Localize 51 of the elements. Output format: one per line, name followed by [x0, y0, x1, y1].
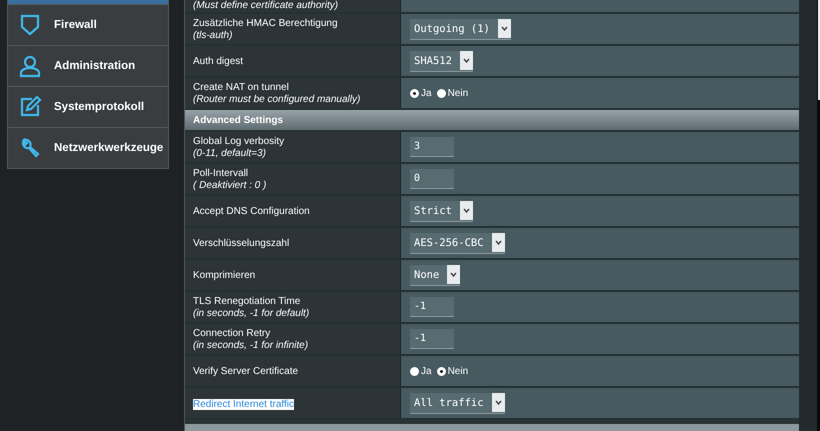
radio-option[interactable]: Ja — [410, 366, 432, 376]
field-label: Verify Server Certificate — [193, 364, 300, 378]
radio-button[interactable] — [436, 366, 446, 376]
radio-option[interactable]: Nein — [436, 88, 468, 98]
radio-button[interactable] — [410, 88, 419, 98]
dropdown[interactable]: Strict — [410, 200, 473, 222]
person-icon — [18, 54, 42, 78]
section-header: Advanced Settings — [185, 110, 799, 132]
input-field[interactable]: -1 — [410, 329, 454, 349]
field-note: (Must define certificate authority) — [193, 0, 340, 12]
sidebar-item[interactable]: Netzwerkwerkzeuge — [7, 128, 169, 169]
dropdown[interactable]: AES-256-CBC — [410, 232, 505, 254]
field-label: TLS Renegotiation Time — [193, 294, 302, 308]
field-label: Global Log verbosity — [193, 134, 286, 148]
input-field[interactable]: -1 — [410, 297, 454, 317]
chevron-down-icon — [494, 400, 502, 405]
field-label: Create NAT on tunnel — [193, 80, 290, 94]
dropdown[interactable]: None — [410, 264, 460, 286]
field-label: Poll-Intervall — [193, 166, 250, 180]
sidebar-item[interactable]: Systemprotokoll — [7, 87, 169, 128]
radio-option[interactable]: Ja — [410, 88, 432, 98]
field-note: (tls-auth) — [193, 30, 234, 42]
field-note: ( Deaktiviert : 0 ) — [193, 180, 268, 192]
sidebar-item[interactable]: Firewall — [7, 5, 169, 46]
sidebar-item[interactable]: Administration — [7, 46, 169, 87]
radio-button[interactable] — [410, 366, 419, 376]
radio-option[interactable]: Nein — [436, 366, 468, 376]
field-label: Komprimieren — [193, 268, 256, 282]
field-label: Accept DNS Configuration — [193, 204, 311, 218]
chevron-down-icon — [462, 208, 470, 213]
field-label: Connection Retry — [193, 326, 272, 340]
edit-icon — [18, 95, 42, 119]
dropdown[interactable]: SHA512 — [410, 50, 473, 72]
shield-icon — [18, 13, 42, 37]
field-note: (in seconds, -1 for default) — [193, 308, 310, 320]
link[interactable]: Redirect Internet traffic — [193, 399, 294, 410]
input-field[interactable]: 0 — [410, 169, 454, 189]
chevron-down-icon — [450, 272, 458, 277]
field-label: Verschlüsselungszahl — [193, 236, 290, 250]
radio-button[interactable] — [436, 88, 446, 98]
field-note: (0-11, default=3) — [193, 148, 267, 160]
chevron-down-icon — [462, 58, 470, 63]
chevron-down-icon — [494, 240, 502, 245]
dropdown[interactable]: Outgoing (1) — [410, 18, 511, 40]
dropdown[interactable]: All traffic — [410, 392, 505, 414]
chevron-down-icon — [500, 26, 508, 31]
field-label: Zusätzliche HMAC Berechtigung — [193, 16, 339, 30]
input-field[interactable]: 3 — [410, 137, 454, 157]
field-note: (in seconds, -1 for infinite) — [193, 340, 310, 352]
field-label: Auth digest — [193, 54, 244, 68]
field-note: (Router must be configured manually) — [193, 94, 362, 106]
